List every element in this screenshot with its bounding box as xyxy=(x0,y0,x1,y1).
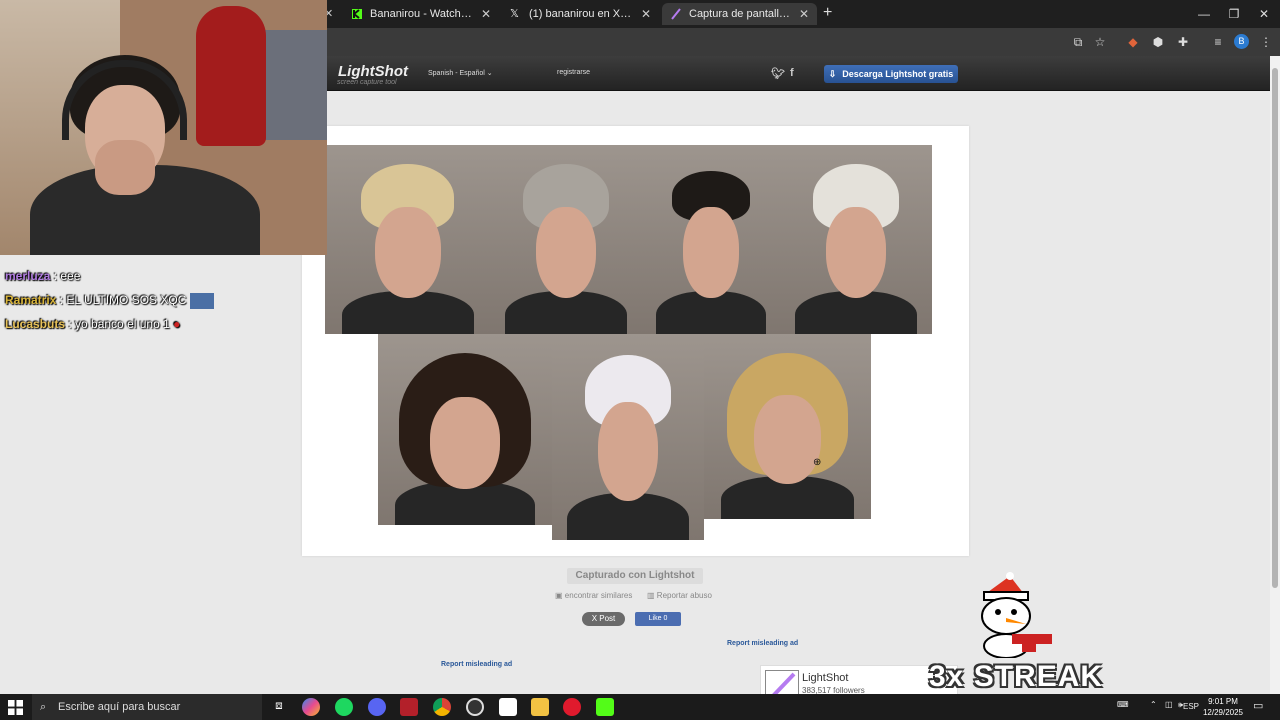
tab-title: (1) bananirou en X: "es un edit d xyxy=(529,8,634,20)
report-abuse-link[interactable]: ▥ Reportar abuso xyxy=(647,591,712,600)
extension-shield-icon[interactable]: ⬢ xyxy=(1150,34,1166,50)
report-misleading-ad-link[interactable]: Report misleading ad xyxy=(441,661,512,668)
copilot-icon[interactable] xyxy=(302,698,320,716)
clock-time: 9:01 PM xyxy=(1208,697,1238,706)
tab-x[interactable]: 𝕏 (1) bananirou en X: "es un edit d ✕ xyxy=(502,3,659,25)
report-misleading-ad-link[interactable]: Report misleading ad xyxy=(727,640,798,647)
register-link[interactable]: registrarse xyxy=(557,69,590,76)
chat-username: Lucasbuts xyxy=(5,317,66,331)
snowman-santa-icon xyxy=(981,572,1052,658)
profile-avatar[interactable]: B xyxy=(1234,34,1249,49)
screen: ✕ Bananirou - Watch clips on Kick ✕ 𝕏 (1… xyxy=(0,0,1280,720)
emote-icon xyxy=(189,293,214,309)
chat-message: merluza : eee xyxy=(5,269,81,283)
opera-icon[interactable] xyxy=(563,698,581,716)
task-view-icon[interactable]: ⧈ xyxy=(270,698,288,716)
chat-message: Lucasbuts : yo banco el uno 1 ● xyxy=(5,317,181,331)
download-icon: ⇩ xyxy=(828,68,837,79)
windows-start-icon[interactable] xyxy=(8,700,23,715)
trash-icon: ▥ xyxy=(647,591,655,600)
facebook-like-button[interactable]: Like 0 xyxy=(635,612,681,626)
collage-photo xyxy=(704,334,871,519)
collage-photo xyxy=(325,145,490,334)
streak-label: 3x STREAK xyxy=(929,660,1104,693)
webcam-overlay xyxy=(0,0,327,255)
chat-text: yo banco el uno 1 xyxy=(75,317,170,331)
clock-date: 12/29/2025 xyxy=(1202,708,1244,717)
collage-photo xyxy=(378,334,552,525)
restore-icon[interactable]: ❐ xyxy=(1224,4,1244,24)
follow-widget-name: LightShot xyxy=(802,672,849,684)
capcut-icon[interactable] xyxy=(499,698,517,716)
chat-text: EL ULTIMO SOS XQC xyxy=(66,293,187,308)
captured-with-label: Capturado con Lightshot xyxy=(567,568,703,584)
image-icon: ▣ xyxy=(555,591,563,600)
chrome-icon[interactable] xyxy=(433,698,451,716)
close-icon[interactable]: ✕ xyxy=(641,7,651,21)
media-controls-icon[interactable]: ≡ xyxy=(1210,34,1226,50)
notifications-icon[interactable]: ▭ xyxy=(1253,699,1263,712)
chat-username: merluza xyxy=(5,269,51,283)
minimize-icon[interactable]: — xyxy=(1194,4,1214,24)
santa-costume xyxy=(196,6,266,146)
extension-fox-icon[interactable]: ◆ xyxy=(1125,34,1141,50)
collage-photo xyxy=(780,145,932,334)
twitter-icon[interactable]: 🐦︎ xyxy=(771,67,785,80)
bookmark-star-icon[interactable]: ☆ xyxy=(1092,34,1108,50)
kick-icon[interactable] xyxy=(596,698,614,716)
network-icon[interactable]: ◫ xyxy=(1165,700,1173,709)
collage-photo xyxy=(490,145,642,334)
obs-icon[interactable] xyxy=(466,698,484,716)
taskbar-clock[interactable]: 9:01 PM 12/29/2025 xyxy=(1200,696,1246,718)
tray-chevron-icon[interactable]: ⌃ xyxy=(1150,700,1157,709)
collage-photo xyxy=(642,145,780,334)
search-icon: ⌕ xyxy=(40,700,47,713)
spotify-icon[interactable] xyxy=(335,698,353,716)
tab-kick[interactable]: Bananirou - Watch clips on Kick ✕ xyxy=(343,3,499,25)
windows-taskbar: ⌕ Escribe aquí para buscar ⧈ ⌨ ⌃ ◫ 🕪︎ ES… xyxy=(0,694,1280,720)
close-icon[interactable]: ✕ xyxy=(799,7,809,21)
extensions-puzzle-icon[interactable]: ✚ xyxy=(1175,34,1191,50)
tab-lightshot[interactable]: Captura de pantalla por Lightsh ✕ xyxy=(662,3,817,25)
chat-text: eee xyxy=(60,269,81,283)
new-tab-button[interactable]: + xyxy=(823,4,832,22)
discord-icon[interactable] xyxy=(368,698,386,716)
lightshot-tagline: screen capture tool xyxy=(337,79,397,86)
chat-message: Ramatrix : EL ULTIMO SOS XQC xyxy=(5,293,214,309)
lightshot-logo[interactable]: LightShot xyxy=(338,63,408,80)
input-language[interactable]: ESP xyxy=(1183,702,1199,711)
lightshot-feather-icon xyxy=(670,8,682,20)
find-similar-link[interactable]: ▣ encontrar similares xyxy=(555,591,632,600)
menu-kebab-icon[interactable]: ⋮ xyxy=(1258,34,1274,50)
close-window-icon[interactable]: ✕ xyxy=(1254,4,1274,24)
kick-icon xyxy=(351,8,363,20)
santa-emote-icon: ● xyxy=(173,317,181,331)
x-post-button[interactable]: X Post xyxy=(582,612,625,626)
chat-username: Ramatrix xyxy=(5,293,57,308)
file-explorer-icon[interactable] xyxy=(531,698,549,716)
page-scrollbar[interactable] xyxy=(1270,56,1280,694)
collage-photo xyxy=(552,334,704,540)
tab-title: Captura de pantalla por Lightsh xyxy=(689,8,792,20)
x-icon: 𝕏 xyxy=(510,8,519,20)
zoom-cursor-icon: ⊕ xyxy=(813,457,822,468)
taskbar-search-input[interactable]: ⌕ Escribe aquí para buscar xyxy=(32,694,262,720)
video-editor-icon[interactable] xyxy=(400,698,418,716)
keyboard-icon[interactable]: ⌨ xyxy=(1117,700,1129,709)
scrollbar-thumb[interactable] xyxy=(1272,68,1278,588)
tab-title: Bananirou - Watch clips on Kick xyxy=(370,8,474,20)
close-icon[interactable]: ✕ xyxy=(481,7,491,21)
search-placeholder: Escribe aquí para buscar xyxy=(58,701,181,713)
language-select[interactable]: Spanish - Español ⌄ xyxy=(428,69,493,77)
install-app-icon[interactable]: ⧉ xyxy=(1070,34,1086,50)
download-lightshot-button[interactable]: ⇩ Descarga Lightshot gratis xyxy=(824,65,958,83)
facebook-icon[interactable]: f xyxy=(790,67,794,79)
